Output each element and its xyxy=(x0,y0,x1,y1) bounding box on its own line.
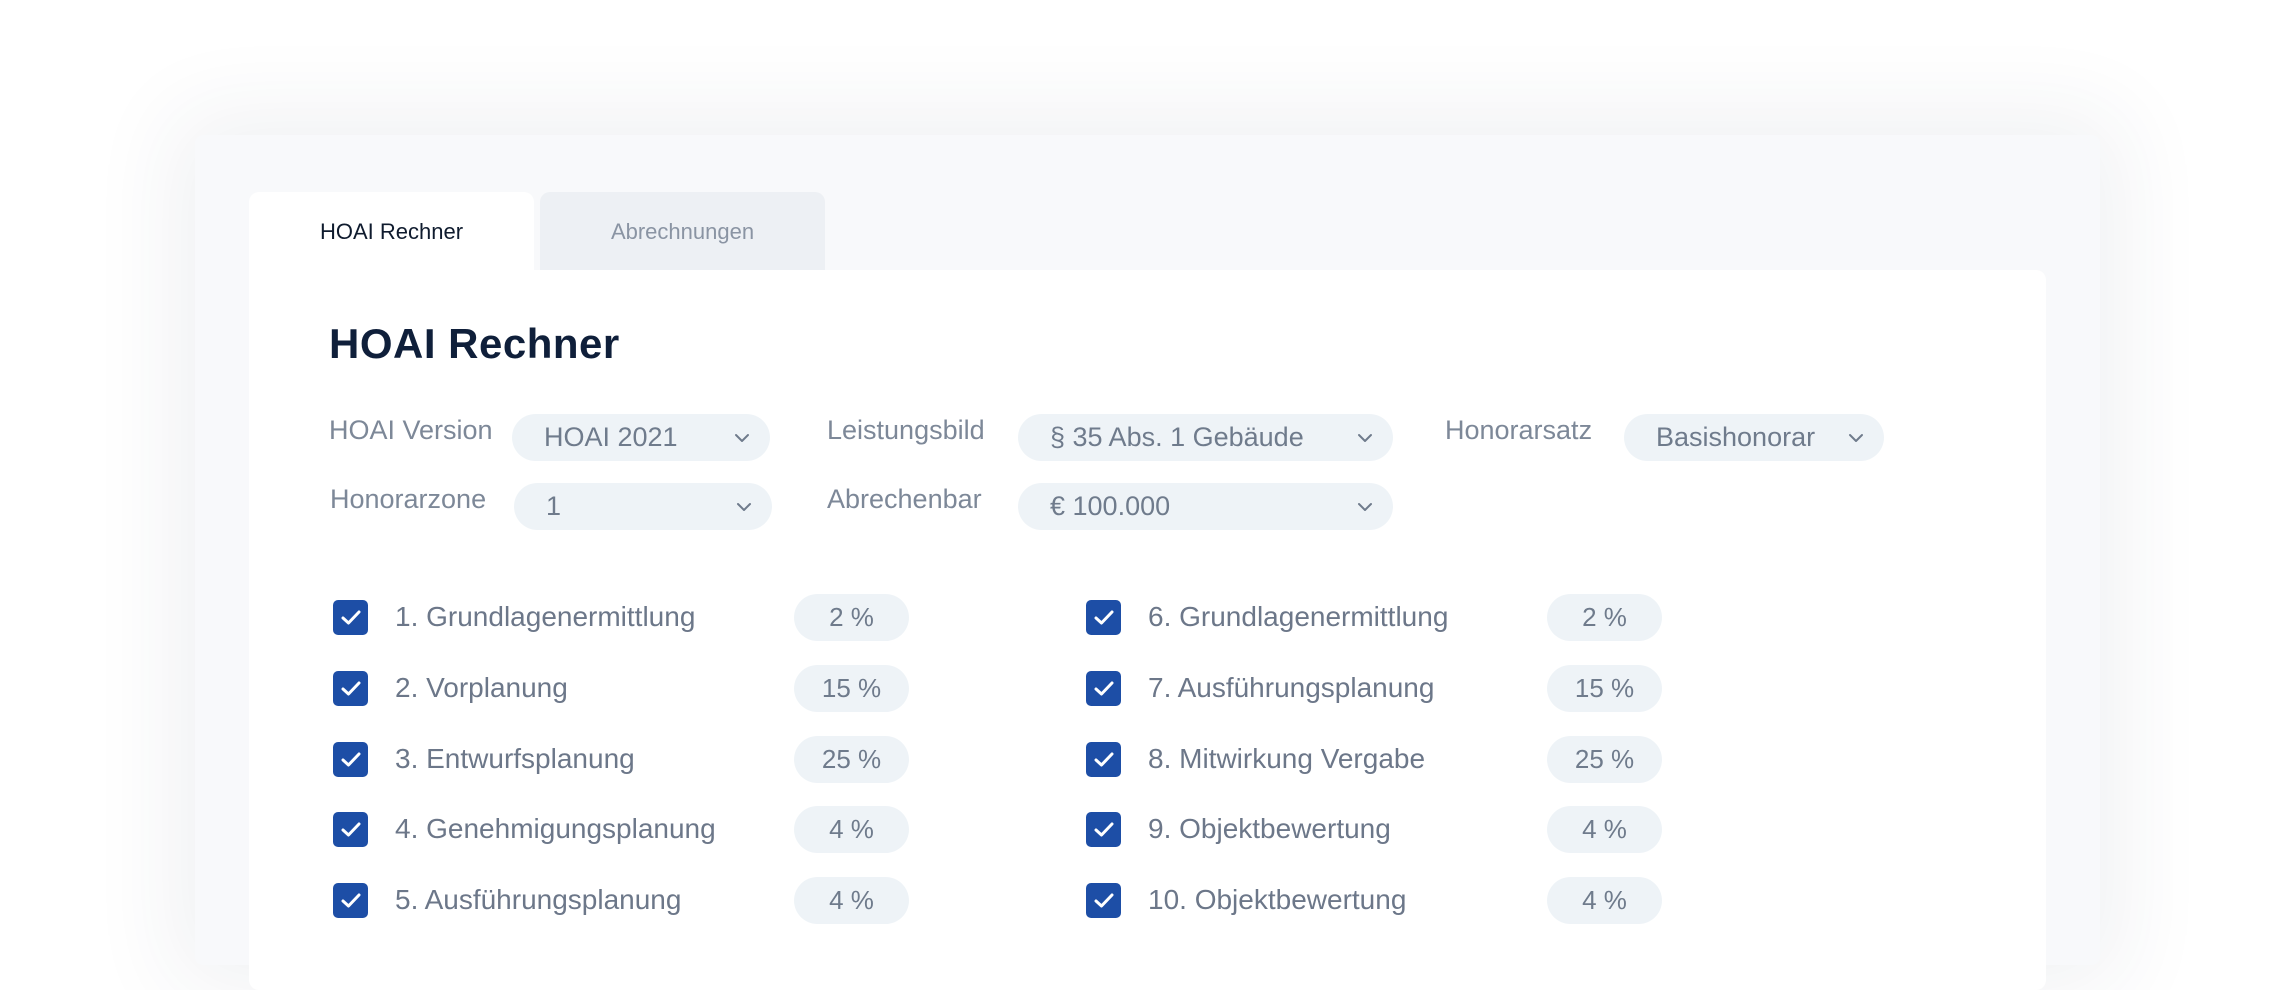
checkmark-icon xyxy=(341,893,360,907)
honorarzone-select[interactable]: 1 xyxy=(514,483,772,530)
leistungsbild-select[interactable]: § 35 Abs. 1 Gebäude xyxy=(1018,414,1393,461)
checkmark-icon xyxy=(341,822,360,836)
checkmark-icon xyxy=(1094,681,1113,695)
phase-5-percent[interactable]: 4 % xyxy=(794,877,909,924)
tab-hoai-rechner-label: HOAI Rechner xyxy=(319,219,464,244)
chevron-down-icon xyxy=(737,502,751,511)
app-window: HOAI Rechner Abrechnungen HOAI Rechner H… xyxy=(195,135,2100,990)
phase-2-label: 2. Vorplanung xyxy=(395,672,568,703)
phase-9-percent[interactable]: 4 % xyxy=(1547,806,1662,853)
chevron-down-icon xyxy=(1358,433,1372,442)
honorarzone-label: Honorarzone xyxy=(330,484,487,514)
phase-7-percent[interactable]: 15 % xyxy=(1547,665,1662,712)
checkmark-icon xyxy=(341,752,360,766)
tab-abrechnungen-label: Abrechnungen xyxy=(610,219,755,244)
abrechenbar-label: Abrechenbar xyxy=(827,484,982,514)
phase-3-percent[interactable]: 25 % xyxy=(794,736,909,783)
abrechenbar-value: € 100.000 xyxy=(1050,491,1171,521)
honorarsatz-select[interactable]: Basishonorar xyxy=(1624,414,1884,461)
phase-10-checkbox[interactable] xyxy=(1086,883,1121,918)
phase-6-percent[interactable]: 2 % xyxy=(1547,594,1662,641)
phase-4-percent[interactable]: 4 % xyxy=(794,806,909,853)
phase-6-checkbox[interactable] xyxy=(1086,600,1121,635)
tab-abrechnungen[interactable]: Abrechnungen xyxy=(540,192,825,272)
phase-10-percent[interactable]: 4 % xyxy=(1547,877,1662,924)
checkmark-icon xyxy=(1094,610,1113,624)
phase-7-label: 7. Ausführungsplanung xyxy=(1148,672,1435,703)
phase-3-label: 3. Entwurfsplanung xyxy=(395,743,635,774)
calculator-panel: HOAI Rechner HOAI Version HOAI 2021 Leis… xyxy=(249,270,2046,990)
leistungsbild-value: § 35 Abs. 1 Gebäude xyxy=(1050,422,1304,452)
phase-4-label: 4. Genehmigungsplanung xyxy=(395,813,716,844)
phase-9-label: 9. Objektbewertung xyxy=(1148,813,1391,844)
phase-8-label: 8. Mitwirkung Vergabe xyxy=(1148,743,1426,774)
phase-1-percent[interactable]: 2 % xyxy=(794,594,909,641)
hoai-version-label: HOAI Version xyxy=(329,415,493,445)
phase-4-checkbox[interactable] xyxy=(333,812,368,847)
abrechenbar-select[interactable]: € 100.000 xyxy=(1018,483,1393,530)
phase-8-percent[interactable]: 25 % xyxy=(1547,736,1662,783)
phase-2-percent[interactable]: 15 % xyxy=(794,665,909,712)
checkmark-icon xyxy=(341,610,360,624)
honorarzone-value: 1 xyxy=(546,491,562,521)
hoai-version-value: HOAI 2021 xyxy=(544,422,678,452)
leistungsbild-label: Leistungsbild xyxy=(827,415,985,445)
page-title: HOAI Rechner xyxy=(329,320,620,367)
phase-9-checkbox[interactable] xyxy=(1086,812,1121,847)
phase-10-label: 10. Objektbewertung xyxy=(1148,884,1407,915)
checkmark-icon xyxy=(1094,893,1113,907)
phase-1-checkbox[interactable] xyxy=(333,600,368,635)
honorarsatz-label: Honorarsatz xyxy=(1445,415,1593,445)
phase-6-label: 6. Grundlagenermittlung xyxy=(1148,601,1449,632)
phase-2-checkbox[interactable] xyxy=(333,671,368,706)
phase-1-label: 1. Grundlagenermittlung xyxy=(395,601,696,632)
checkmark-icon xyxy=(1094,822,1113,836)
honorarsatz-value: Basishonorar xyxy=(1656,422,1816,452)
checkmark-icon xyxy=(341,681,360,695)
tab-hoai-rechner[interactable]: HOAI Rechner xyxy=(249,192,534,272)
checkmark-icon xyxy=(1094,752,1113,766)
phase-3-checkbox[interactable] xyxy=(333,742,368,777)
chevron-down-icon xyxy=(735,433,749,442)
hoai-version-select[interactable]: HOAI 2021 xyxy=(512,414,770,461)
phase-5-checkbox[interactable] xyxy=(333,883,368,918)
phase-5-label: 5. Ausführungsplanung xyxy=(395,884,682,915)
chevron-down-icon xyxy=(1849,433,1863,442)
phase-7-checkbox[interactable] xyxy=(1086,671,1121,706)
phase-8-checkbox[interactable] xyxy=(1086,742,1121,777)
chevron-down-icon xyxy=(1358,502,1372,511)
